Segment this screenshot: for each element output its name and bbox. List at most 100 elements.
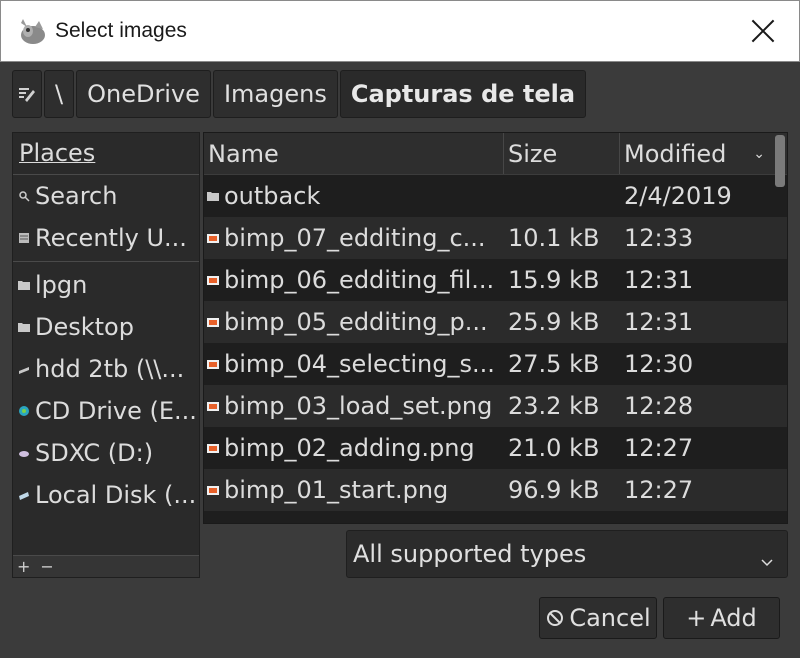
- edit-location-button[interactable]: [12, 70, 42, 118]
- title-bar: Select images: [0, 0, 800, 62]
- file-name: bimp_03_load_set.png: [224, 392, 493, 420]
- place-lpgn[interactable]: lpgn: [13, 264, 199, 306]
- place-label: Recently U...: [35, 224, 187, 252]
- file-name: bimp_04_selecting_s...: [224, 350, 495, 378]
- image-file-icon: [206, 441, 220, 455]
- table-row[interactable]: bimp_01_start.png 96.9 kB 12:27: [204, 469, 787, 511]
- close-button[interactable]: [749, 17, 777, 45]
- place-desktop[interactable]: Desktop: [13, 306, 199, 348]
- hard-disk-icon: [17, 488, 31, 502]
- image-file-icon: [206, 483, 220, 497]
- file-modified: 2/4/2019: [624, 182, 732, 210]
- table-row[interactable]: bimp_06_edditing_fil... 15.9 kB 12:31: [204, 259, 787, 301]
- table-row[interactable]: outback 2/4/2019: [204, 175, 787, 217]
- file-name: bimp_01_start.png: [224, 476, 449, 504]
- file-name: bimp_02_adding.png: [224, 434, 475, 462]
- cd-drive-icon: [17, 404, 31, 418]
- path-crumb-imagens[interactable]: Imagens: [212, 70, 338, 118]
- file-modified: 12:31: [624, 308, 694, 336]
- places-toolbar: + −: [13, 555, 199, 577]
- place-hdd-2tb[interactable]: hdd 2tb (\\...: [13, 348, 199, 390]
- file-modified: 12:27: [624, 476, 694, 504]
- place-sdxc[interactable]: SDXC (D:): [13, 432, 199, 474]
- file-rows: outback 2/4/2019 bimp_07_edditing_c... 1…: [204, 175, 787, 511]
- file-name: bimp_06_edditing_fil...: [224, 266, 495, 294]
- place-cd-drive[interactable]: CD Drive (E...: [13, 390, 199, 432]
- file-size: 25.9 kB: [508, 308, 600, 336]
- image-file-icon: [206, 273, 220, 287]
- file-modified: 12:30: [624, 350, 694, 378]
- places-header[interactable]: Places: [13, 133, 199, 175]
- file-size: 21.0 kB: [508, 434, 600, 462]
- place-local-disk[interactable]: Local Disk (...: [13, 474, 199, 516]
- place-recent[interactable]: Recently U...: [13, 217, 199, 259]
- add-button-label: Add: [710, 604, 757, 632]
- place-label: hdd 2tb (\\...: [35, 355, 185, 383]
- column-name-label: Name: [208, 139, 279, 168]
- cancel-button-label: Cancel: [569, 604, 651, 632]
- scrollbar-thumb[interactable]: [775, 135, 785, 187]
- file-modified: 12:28: [624, 392, 694, 420]
- place-label: Local Disk (...: [35, 481, 197, 509]
- remove-place-button[interactable]: −: [40, 557, 53, 576]
- table-row[interactable]: bimp_02_adding.png 21.0 kB 12:27: [204, 427, 787, 469]
- file-name: bimp_05_edditing_p...: [224, 308, 488, 336]
- column-size-label: Size: [508, 139, 558, 168]
- add-button[interactable]: + Add: [663, 597, 780, 639]
- path-crumb-onedrive[interactable]: OneDrive: [76, 70, 211, 118]
- column-size-header[interactable]: Size: [504, 133, 620, 174]
- file-list: Name Size Modified ⌄ outback 2/4/2019 bim…: [203, 132, 788, 524]
- places-header-label: Places: [19, 139, 96, 167]
- path-crumb-capturas[interactable]: Capturas de tela: [339, 70, 587, 118]
- image-file-icon: [206, 357, 220, 371]
- column-name-header[interactable]: Name: [204, 133, 504, 174]
- path-bar: \ OneDrive Imagens Capturas de tela: [12, 70, 587, 118]
- table-row[interactable]: bimp_07_edditing_c... 10.1 kB 12:33: [204, 217, 787, 259]
- column-modified-label: Modified: [624, 139, 727, 168]
- places-divider: [13, 261, 199, 262]
- places-panel: Places Search Recently U... lpgn Desktop…: [12, 132, 200, 578]
- cancel-button[interactable]: Cancel: [539, 597, 657, 639]
- cancel-icon: [547, 610, 564, 626]
- network-drive-icon: [17, 362, 31, 376]
- folder-icon: [206, 189, 220, 203]
- window-title: Select images: [55, 19, 187, 42]
- plus-icon: +: [686, 604, 707, 632]
- image-file-icon: [206, 399, 220, 413]
- folder-icon: [17, 278, 31, 292]
- chevron-down-icon: [761, 545, 773, 573]
- vertical-scrollbar[interactable]: [773, 133, 785, 523]
- place-label: Desktop: [35, 313, 134, 341]
- file-size: 23.2 kB: [508, 392, 600, 420]
- file-size: 96.9 kB: [508, 476, 600, 504]
- place-label: SDXC (D:): [35, 439, 154, 467]
- gimp-logo-icon: [15, 13, 51, 49]
- file-type-selected: All supported types: [353, 540, 587, 568]
- recent-icon: [17, 231, 31, 245]
- search-icon: [17, 189, 31, 203]
- table-row[interactable]: bimp_05_edditing_p... 25.9 kB 12:31: [204, 301, 787, 343]
- file-modified: 12:27: [624, 434, 694, 462]
- add-place-button[interactable]: +: [17, 557, 30, 576]
- folder-icon: [17, 320, 31, 334]
- image-file-icon: [206, 231, 220, 245]
- pencil-icon: [19, 88, 35, 102]
- place-label: lpgn: [35, 271, 88, 299]
- file-size: 27.5 kB: [508, 350, 600, 378]
- file-name: outback: [224, 182, 321, 210]
- path-root-button[interactable]: \: [44, 70, 75, 118]
- file-modified: 12:33: [624, 224, 694, 252]
- table-row[interactable]: bimp_04_selecting_s... 27.5 kB 12:30: [204, 343, 787, 385]
- place-label: Search: [35, 182, 118, 210]
- file-size: [504, 175, 620, 217]
- file-type-filter[interactable]: All supported types: [346, 530, 788, 578]
- file-size: 10.1 kB: [508, 224, 600, 252]
- sd-card-icon: [17, 446, 31, 460]
- file-size: 15.9 kB: [508, 266, 600, 294]
- file-list-header: Name Size Modified ⌄: [204, 133, 787, 175]
- file-modified: 12:31: [624, 266, 694, 294]
- place-search[interactable]: Search: [13, 175, 199, 217]
- table-row[interactable]: bimp_03_load_set.png 23.2 kB 12:28: [204, 385, 787, 427]
- column-modified-header[interactable]: Modified ⌄: [620, 133, 773, 174]
- chevron-down-icon: ⌄: [753, 145, 765, 162]
